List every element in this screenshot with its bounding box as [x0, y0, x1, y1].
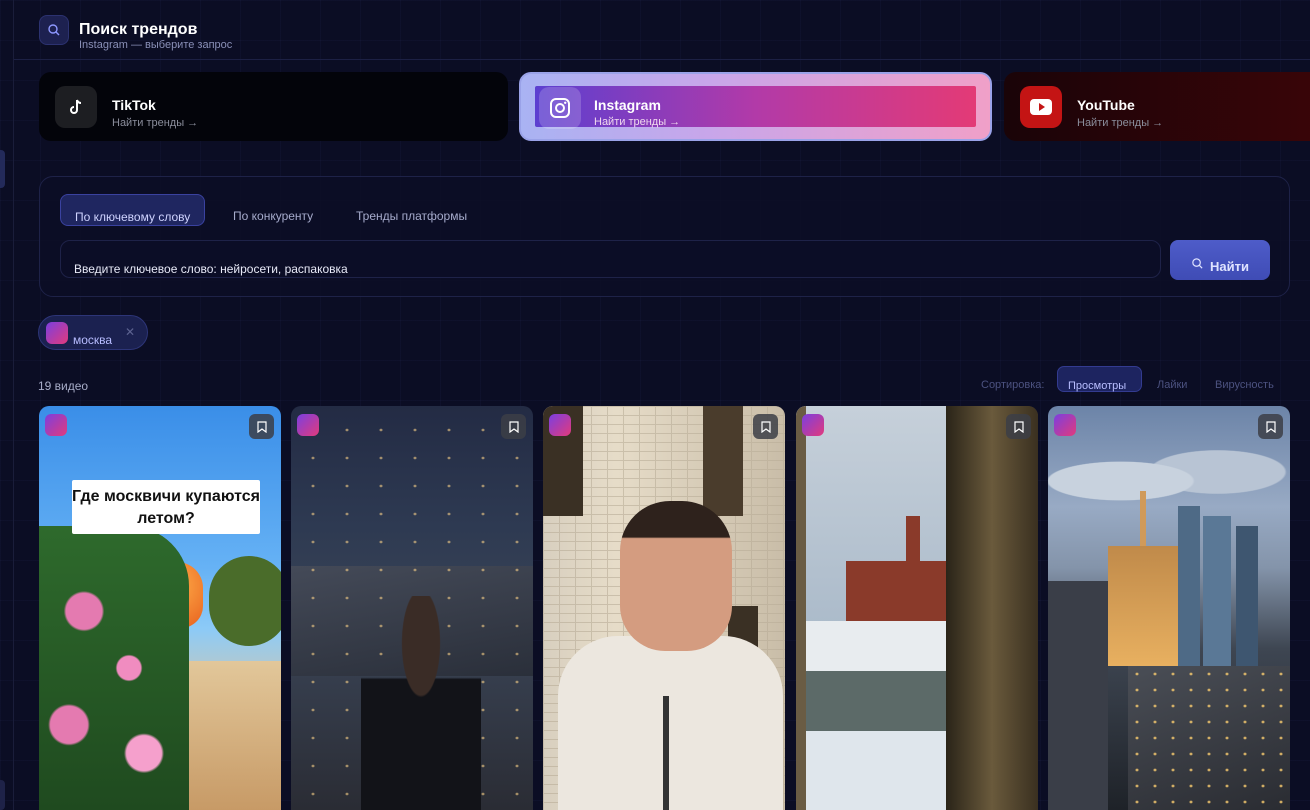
- bookmark-icon[interactable]: [753, 414, 778, 439]
- instagram-badge-icon: [1054, 414, 1076, 436]
- page-subtitle: Instagram — выберите запрос: [79, 39, 233, 51]
- platform-name: TikTok: [112, 97, 156, 113]
- sort-label: Сортировка:: [981, 379, 1045, 391]
- platform-card-tiktok[interactable]: TikTok Найти тренды →: [39, 72, 508, 141]
- instagram-badge-icon: [46, 322, 68, 344]
- page-title: Поиск трендов: [79, 21, 198, 38]
- search-input[interactable]: Введите ключевое слово: нейросети, распа…: [60, 240, 1161, 278]
- sidebar-handle[interactable]: [0, 150, 5, 188]
- bookmark-icon[interactable]: [1006, 414, 1031, 439]
- bookmark-icon[interactable]: [501, 414, 526, 439]
- filter-chip-label: москва: [73, 333, 113, 347]
- platform-link: Найти тренды →: [594, 116, 681, 128]
- platform-card-youtube[interactable]: YouTube Найти тренды →: [1004, 72, 1310, 141]
- video-card[interactable]: [1048, 406, 1290, 810]
- search-icon: [39, 15, 69, 45]
- tab-keyword[interactable]: По ключевому слову: [60, 194, 206, 226]
- left-sidebar-edge: [0, 0, 14, 810]
- platform-card-instagram[interactable]: Instagram Найти тренды →: [519, 72, 992, 141]
- video-card[interactable]: [291, 406, 533, 810]
- filter-chip[interactable]: москва ✕: [38, 315, 148, 350]
- video-thumbnail: [1048, 406, 1290, 810]
- instagram-badge-icon: [802, 414, 824, 436]
- instagram-icon: [539, 87, 581, 129]
- video-thumbnail: [543, 406, 785, 810]
- video-thumbnail: [796, 406, 1038, 810]
- bookmark-icon[interactable]: [249, 414, 274, 439]
- platform-link: Найти тренды →: [112, 117, 199, 129]
- platform-link: Найти тренды →: [1077, 117, 1164, 129]
- instagram-badge-icon: [549, 414, 571, 436]
- close-icon[interactable]: ✕: [125, 325, 135, 339]
- video-caption: Где москвичи купаются летом?: [72, 480, 260, 534]
- instagram-badge-icon: [45, 414, 67, 436]
- sidebar-handle-bottom[interactable]: [0, 780, 5, 810]
- results-count: 19 видео: [38, 379, 89, 393]
- video-card[interactable]: [796, 406, 1038, 810]
- instagram-badge-icon: [297, 414, 319, 436]
- search-button-label: Найти: [1210, 259, 1249, 274]
- bookmark-icon[interactable]: [1258, 414, 1283, 439]
- search-panel: По ключевому слову По конкуренту Тренды …: [39, 176, 1290, 297]
- search-button[interactable]: Найти: [1170, 240, 1270, 280]
- platform-name: Instagram: [594, 97, 661, 113]
- top-bar: Поиск трендов Instagram — выберите запро…: [14, 0, 1310, 60]
- sort-views[interactable]: Просмотры: [1057, 366, 1142, 392]
- video-thumbnail: [291, 406, 533, 810]
- youtube-icon: [1020, 86, 1062, 128]
- search-icon: [1192, 258, 1203, 269]
- tab-competitor[interactable]: По конкуренту: [219, 194, 327, 226]
- video-thumbnail: [39, 406, 281, 810]
- video-card[interactable]: Где москвичи купаются летом?: [39, 406, 281, 810]
- sort-virality[interactable]: Вирусность: [1205, 366, 1284, 392]
- tiktok-icon: [55, 86, 97, 128]
- tab-platform-trends[interactable]: Тренды платформы: [342, 194, 481, 226]
- platform-name: YouTube: [1077, 97, 1135, 113]
- video-card[interactable]: [543, 406, 785, 810]
- sort-likes[interactable]: Лайки: [1147, 366, 1197, 392]
